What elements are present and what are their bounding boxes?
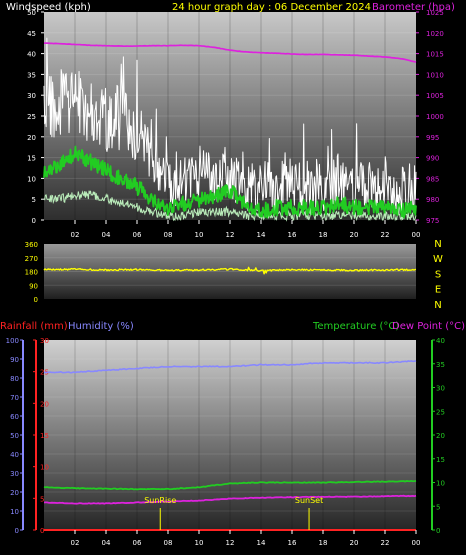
x-tick-label: 14	[257, 539, 266, 547]
humidity-y-tick-label: 20	[10, 489, 19, 497]
rainfall-y-tick-label: 0	[40, 527, 44, 535]
rainfall-y-tick-label: 15	[40, 432, 49, 440]
compass-label: E	[435, 285, 441, 296]
windspeed-y-tick-label: 40	[27, 51, 36, 59]
x-tick-label: 02	[71, 539, 80, 547]
humidity-y-tick-label: 60	[10, 413, 19, 421]
x-tick-label: 04	[102, 231, 111, 239]
windspeed-y-tick-label: 15	[27, 155, 36, 163]
compass-label: N	[434, 300, 441, 311]
wind-direction-y-tick-label: 0	[34, 296, 38, 304]
compass-label: N	[434, 239, 441, 250]
weather-graph-page: Windspeed (kph) 24 hour graph day : 06 De…	[0, 0, 466, 555]
x-tick-label: 18	[319, 539, 328, 547]
dewpoint-axis-label: Dew Point (°C)	[392, 321, 465, 332]
rainfall-y-tick-label: 30	[40, 337, 49, 345]
humidity-axis-label: Humidity (%)	[68, 321, 134, 332]
wind-direction-y-tick-label: 270	[25, 255, 38, 263]
weather-chart-svg: Windspeed (kph) 24 hour graph day : 06 De…	[0, 2, 465, 547]
x-tick-label: 22	[381, 231, 390, 239]
humidity-y-tick-label: 90	[10, 356, 19, 364]
wind-direction-y-tick-label: 180	[25, 269, 38, 277]
humidity-y-tick-label: 30	[10, 470, 19, 478]
temperature-y-tick-label: 40	[436, 337, 445, 345]
temperature-y-tick-label: 5	[436, 503, 440, 511]
x-tick-label: 04	[102, 539, 111, 547]
rainfall-y-tick-label: 20	[40, 400, 49, 408]
sunrise-label: SunRise	[144, 496, 176, 505]
windspeed-y-tick-label: 45	[27, 30, 36, 38]
barometer-y-tick-label: 1020	[426, 30, 444, 38]
barometer-y-tick-label: 1025	[426, 9, 444, 17]
barometer-y-tick-label: 985	[426, 175, 439, 183]
humidity-y-tick-label: 50	[10, 432, 19, 440]
wind-direction-y-tick-label: 90	[29, 282, 38, 290]
rainfall-y-tick-label: 10	[40, 464, 49, 472]
barometer-y-tick-label: 1000	[426, 113, 444, 121]
x-tick-label: 20	[350, 539, 359, 547]
x-tick-label: 12	[226, 231, 235, 239]
windspeed-y-tick-label: 50	[27, 9, 36, 17]
chart-title: 24 hour graph day : 06 December 2024	[172, 2, 371, 13]
temperature-y-tick-label: 35	[436, 361, 445, 369]
x-tick-label: 08	[164, 231, 173, 239]
barometer-y-tick-label: 1010	[426, 71, 444, 79]
windspeed-y-tick-label: 25	[27, 113, 36, 121]
barometer-y-tick-label: 1015	[426, 51, 444, 59]
x-tick-label: 14	[257, 231, 266, 239]
x-tick-label: 22	[381, 539, 390, 547]
temperature-y-tick-label: 30	[436, 385, 445, 393]
windspeed-y-tick-label: 30	[27, 92, 36, 100]
temperature-y-tick-label: 20	[436, 432, 445, 440]
x-tick-label: 12	[226, 539, 235, 547]
windspeed-axis-label: Windspeed (kph)	[6, 2, 91, 13]
sunset-label: SunSet	[295, 496, 323, 505]
compass-label: W	[433, 254, 443, 265]
compass-label: S	[435, 269, 441, 280]
rainfall-axis-label: Rainfall (mm)	[0, 321, 68, 332]
humidity-y-tick-label: 70	[10, 394, 19, 402]
x-tick-label: 20	[350, 231, 359, 239]
humidity-y-tick-label: 10	[10, 508, 19, 516]
humidity-y-tick-label: 0	[15, 527, 19, 535]
barometer-y-tick-label: 980	[426, 196, 439, 204]
rainfall-y-tick-label: 5	[40, 495, 44, 503]
x-tick-label: 10	[195, 539, 204, 547]
temperature-y-tick-label: 10	[436, 480, 445, 488]
humidity-y-tick-label: 100	[6, 337, 19, 345]
barometer-y-tick-label: 1005	[426, 92, 444, 100]
x-tick-label: 06	[133, 539, 142, 547]
temperature-axis-label: Temperature (°C)	[312, 321, 399, 332]
temperature-y-tick-label: 25	[436, 408, 445, 416]
humidity-y-tick-label: 40	[10, 451, 19, 459]
temperature-y-tick-label: 0	[436, 527, 440, 535]
x-tick-label: 16	[288, 539, 297, 547]
temperature-y-tick-label: 15	[436, 456, 445, 464]
windspeed-y-tick-label: 20	[27, 134, 36, 142]
x-tick-label: 16	[288, 231, 297, 239]
x-tick-label: 08	[164, 539, 173, 547]
x-tick-label: 06	[133, 231, 142, 239]
wind-direction-y-tick-label: 360	[25, 241, 38, 249]
x-tick-label: 10	[195, 231, 204, 239]
x-tick-label: 02	[71, 231, 80, 239]
windspeed-y-tick-label: 0	[32, 217, 36, 225]
windspeed-y-tick-label: 35	[27, 71, 36, 79]
humidity-y-tick-label: 80	[10, 375, 19, 383]
windspeed-y-tick-label: 5	[32, 196, 36, 204]
barometer-y-tick-label: 995	[426, 134, 439, 142]
barometer-y-tick-label: 975	[426, 217, 439, 225]
x-tick-label: 18	[319, 231, 328, 239]
barometer-y-tick-label: 990	[426, 155, 439, 163]
x-tick-label: 00	[412, 539, 421, 547]
x-tick-label: 00	[412, 231, 421, 239]
windspeed-y-tick-label: 10	[27, 175, 36, 183]
